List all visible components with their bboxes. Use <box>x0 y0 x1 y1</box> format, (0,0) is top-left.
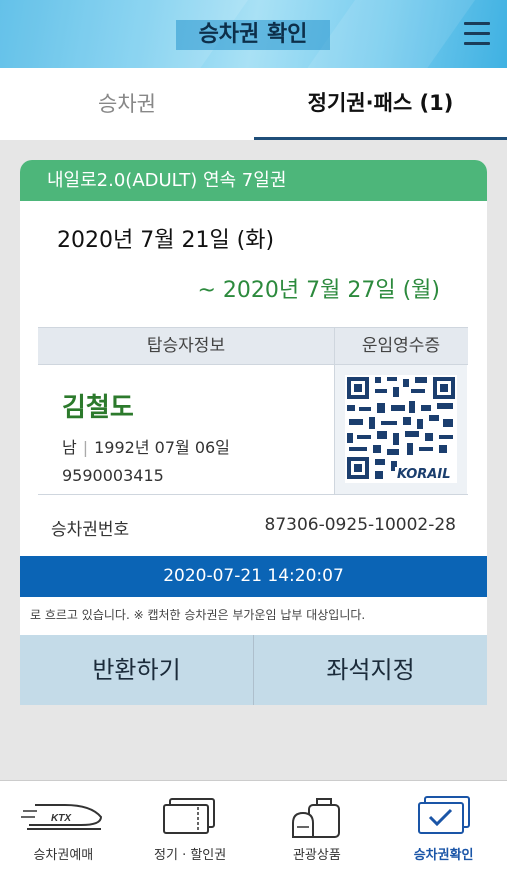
ticket-number: 87306-0925-10002-28 <box>264 515 456 535</box>
qr-code[interactable]: KORAIL <box>335 365 467 494</box>
nav-ticket-check[interactable]: 승차권확인 <box>380 781 507 872</box>
luggage-icon <box>291 798 340 838</box>
ticket-number-label: 승차권번호 <box>51 520 130 540</box>
nav-label-tour: 관광상품 <box>292 848 341 863</box>
passenger-gender: 남 <box>62 438 77 457</box>
seat-select-button[interactable]: 좌석지정 <box>254 635 487 705</box>
action-buttons: 반환하기 좌석지정 <box>20 635 487 705</box>
svg-text:KTX: KTX <box>51 813 72 824</box>
passenger-name: 김철도 <box>62 393 134 423</box>
passenger-info-header: 탑승자정보 <box>38 328 335 364</box>
refund-button[interactable]: 반환하기 <box>20 635 254 705</box>
passenger-info-box: 탑승자정보 운임영수증 김철도 남 | 1992년 07월 06일 95900034… <box>38 327 468 495</box>
nav-pass-discount[interactable]: 정기 · 할인권 <box>127 781 254 872</box>
app-header: 승차권 확인 <box>0 0 507 68</box>
pass-card: 내일로2.0(ADULT) 연속 7일권 2020년 7월 21일 (화) ~ … <box>20 160 487 705</box>
ticket-check-icon <box>417 796 470 834</box>
valid-to-date: ~ 2020년 7월 27일 (월) <box>197 278 440 303</box>
nav-label-reservation: 승차권예매 <box>33 848 94 863</box>
ticket-type-tabs: 승차권 정기권·패스 (1) <box>0 68 507 140</box>
korail-logo: KORAIL <box>395 467 453 482</box>
passenger-id: 9590003415 <box>62 466 164 485</box>
bottom-nav: KTX 승차권예매 정기 · 할인권 관광상품 승차권확인 <box>0 780 507 872</box>
capture-notice: 로 흐르고 있습니다. ※ 캡처한 승차권은 부가운임 납부 대상입니다. <box>30 608 366 622</box>
nav-reservation[interactable]: KTX 승차권예매 <box>0 781 127 872</box>
ktx-train-icon: KTX <box>21 804 103 830</box>
page-title: 승차권 확인 <box>176 20 330 50</box>
valid-from-date: 2020년 7월 21일 (화) <box>57 228 275 253</box>
tab-ticket[interactable]: 승차권 <box>0 68 254 140</box>
live-timestamp: 2020-07-21 14:20:07 <box>20 556 487 597</box>
pass-product-title: 내일로2.0(ADULT) 연속 7일권 <box>20 160 487 201</box>
nav-tour[interactable]: 관광상품 <box>254 781 381 872</box>
passenger-details: 김철도 남 | 1992년 07월 06일 9590003415 <box>38 365 335 494</box>
nav-label-pass: 정기 · 할인권 <box>154 848 227 863</box>
fare-receipt-header[interactable]: 운임영수증 <box>335 328 467 364</box>
pass-cards-icon <box>163 798 216 834</box>
tab-pass[interactable]: 정기권·패스 (1) <box>254 68 507 140</box>
passenger-birth: 1992년 07월 06일 <box>94 438 230 457</box>
nav-label-ticket-check: 승차권확인 <box>413 848 474 863</box>
hamburger-menu-icon[interactable] <box>464 22 490 48</box>
